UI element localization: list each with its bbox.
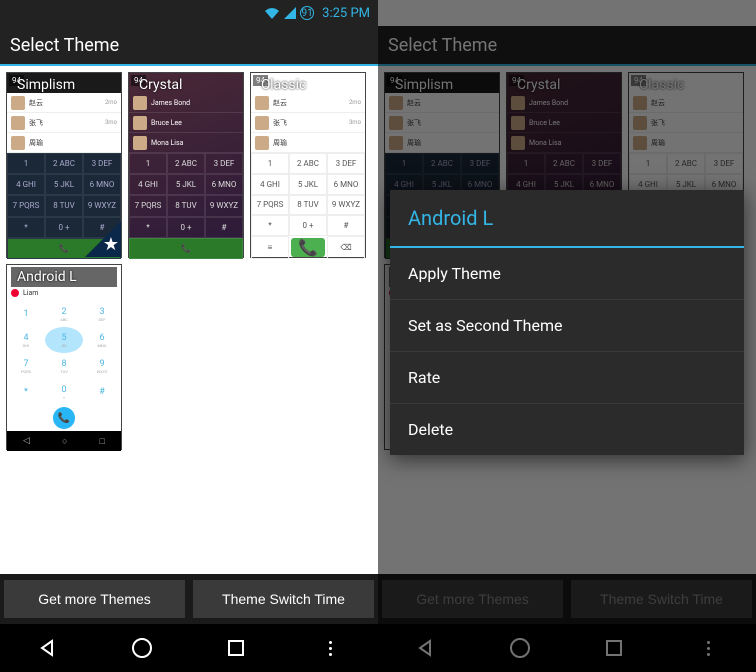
menu-icon[interactable] [317,634,345,662]
page-title: Select Theme [10,35,119,56]
theme-grid: 94 Simplism 赵云2mo 张飞3mo 周瑜 12 ABC3 DEF 4… [0,66,378,556]
screen-theme-grid: 91 3:25 PM Select Theme 94 Simplism 赵云2m… [0,0,378,672]
theme-preview: Liam 12ABC3DEF 4GHI5JKL6MNO 7PQRS8TUV9WX… [7,265,121,449]
theme-action-dialog: Android L Apply Theme Set as Second Them… [390,190,744,455]
theme-switch-time-button[interactable]: Theme Switch Time [193,580,374,618]
dialog-item-rate[interactable]: Rate [390,352,744,404]
theme-preview: James Bond Bruce Lee Mona Lisa 12 ABC3 D… [129,73,243,257]
status-time: 3:25 PM [322,6,370,21]
theme-card-classic[interactable]: 94 Classic 赵云2mo 张飞3mo 周瑜 12 ABC3 DEF 4 … [250,72,366,258]
star-icon: ★ [103,234,119,255]
battery-level: 91 [300,6,314,20]
theme-label: Android L [11,267,117,287]
theme-preview: 赵云2mo 张飞3mo 周瑜 12 ABC3 DEF 4 GHI5 JKL6 M… [251,73,365,257]
screen-theme-dialog: Select Theme 94 Simplism 赵云张飞周瑜12 ABC3 D… [378,0,756,672]
theme-label: Classic [255,75,361,95]
dialog-item-set-second-theme[interactable]: Set as Second Theme [390,300,744,352]
theme-label: Crystal [133,75,239,95]
wifi-icon [264,7,280,19]
dialog-title: Android L [390,190,744,248]
get-more-themes-button[interactable]: Get more Themes [4,580,185,618]
theme-card-simplism[interactable]: 94 Simplism 赵云2mo 张飞3mo 周瑜 12 ABC3 DEF 4… [6,72,122,258]
title-bar: Select Theme [0,26,378,66]
dialog-item-delete[interactable]: Delete [390,404,744,455]
android-navbar [0,624,378,672]
bottom-bar: Get more Themes Theme Switch Time [0,574,378,624]
recent-icon[interactable] [222,634,250,662]
signal-icon [284,7,296,19]
home-icon[interactable] [128,634,156,662]
back-icon[interactable] [33,634,61,662]
theme-label: Simplism [11,75,117,95]
theme-card-android-l[interactable]: Android L Liam 12ABC3DEF 4GHI5JKL6MNO 7P… [6,264,122,450]
dialog-item-apply-theme[interactable]: Apply Theme [390,248,744,300]
status-bar: 91 3:25 PM [0,0,378,26]
theme-card-crystal[interactable]: 94 Crystal James Bond Bruce Lee Mona Lis… [128,72,244,258]
